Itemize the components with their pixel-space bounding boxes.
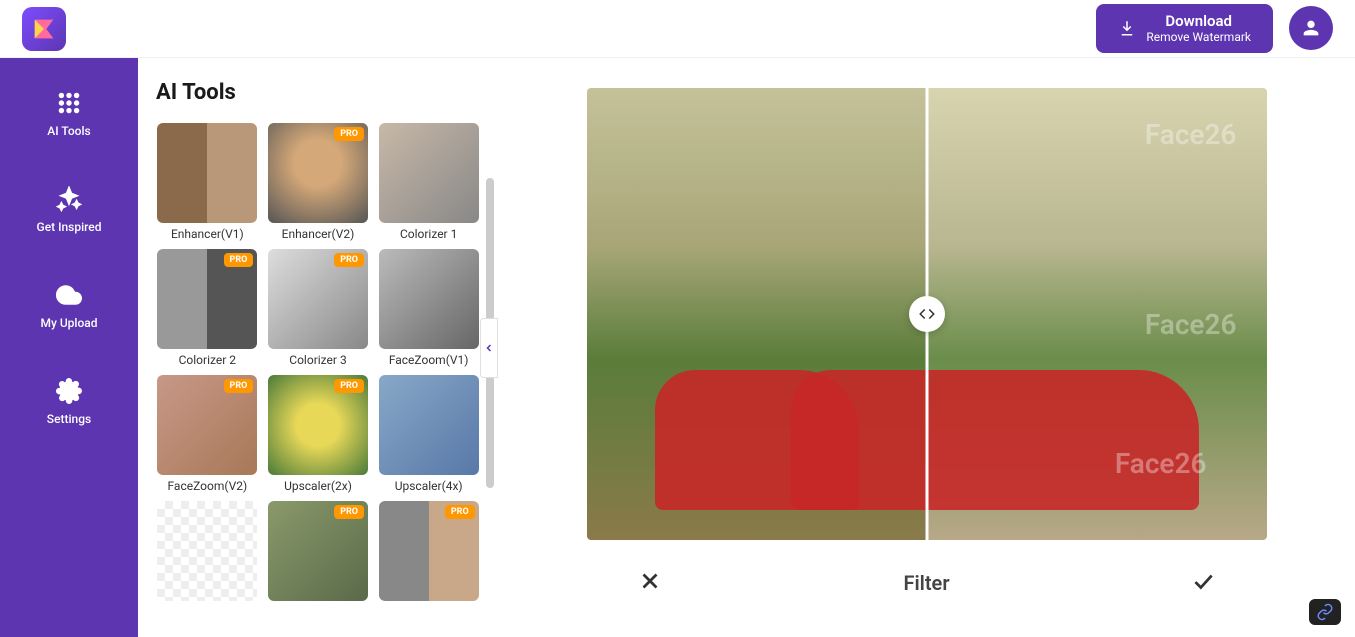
app-logo[interactable]	[22, 7, 66, 51]
tools-panel: AI Tools Enhancer(V1) PRO Enhancer(V2) Colo…	[138, 58, 498, 637]
tools-grid: Enhancer(V1) PRO Enhancer(V2) Colorizer 1 PR…	[156, 123, 480, 605]
tool-thumbnail	[379, 123, 479, 223]
sidebar-item-get-inspired[interactable]: Get Inspired	[37, 186, 102, 234]
sidebar-item-settings[interactable]: Settings	[47, 378, 91, 426]
link-icon	[1316, 603, 1334, 621]
sidebar-item-label: Get Inspired	[37, 220, 102, 234]
tool-thumbnail	[157, 501, 257, 601]
tool-thumbnail	[157, 123, 257, 223]
header: Download Remove Watermark	[0, 0, 1355, 58]
tool-card[interactable]: Upscaler(4x)	[377, 375, 480, 493]
download-button[interactable]: Download Remove Watermark	[1096, 4, 1273, 52]
tool-label: Colorizer 1	[400, 227, 457, 241]
sidebar-item-label: My Upload	[40, 316, 97, 330]
tool-card[interactable]: PRO Enhancer(V2)	[267, 123, 370, 241]
compare-handle[interactable]	[909, 296, 945, 332]
link-float-button[interactable]	[1309, 599, 1341, 625]
pro-badge: PRO	[334, 253, 364, 267]
drag-horizontal-icon	[918, 305, 936, 323]
pro-badge: PRO	[224, 379, 254, 393]
download-sublabel: Remove Watermark	[1146, 30, 1251, 44]
chevron-left-icon	[483, 342, 495, 354]
close-icon	[637, 568, 663, 594]
sidebar-item-label: AI Tools	[47, 124, 90, 138]
grid-icon	[56, 90, 82, 116]
tool-label: Colorizer 2	[179, 353, 236, 367]
sidebar-item-ai-tools[interactable]: AI Tools	[47, 90, 90, 138]
sparkle-icon	[56, 186, 82, 212]
tool-card[interactable]: PRO	[267, 501, 370, 605]
action-bar: Filter	[587, 568, 1267, 598]
gear-icon	[56, 378, 82, 404]
pro-badge: PRO	[445, 505, 475, 519]
tool-label: Colorizer 3	[289, 353, 346, 367]
tool-thumbnail: PRO	[268, 123, 368, 223]
cloud-upload-icon	[56, 282, 82, 308]
tool-thumbnail: PRO	[268, 249, 368, 349]
tool-label: Enhancer(V2)	[282, 227, 355, 241]
tool-card[interactable]: PRO Upscaler(2x)	[267, 375, 370, 493]
sidebar-item-my-upload[interactable]: My Upload	[40, 282, 97, 330]
tool-label: Enhancer(V1)	[171, 227, 244, 241]
tools-title: AI Tools	[156, 80, 480, 105]
preview-after: Face26 Face26 Face26	[927, 88, 1267, 540]
confirm-button[interactable]	[1190, 568, 1216, 598]
tool-card[interactable]: FaceZoom(V1)	[377, 249, 480, 367]
watermark: Face26	[1115, 447, 1207, 480]
download-icon	[1118, 19, 1136, 37]
check-icon	[1190, 568, 1216, 594]
tool-thumbnail	[379, 249, 479, 349]
tool-thumbnail	[379, 375, 479, 475]
pro-badge: PRO	[334, 127, 364, 141]
collapse-panel-button[interactable]	[480, 318, 498, 378]
tool-thumbnail: PRO	[268, 501, 368, 601]
sidebar: AI Tools Get Inspired My Upload Settings	[0, 58, 138, 637]
tool-card[interactable]: PRO	[377, 501, 480, 605]
tool-label: Upscaler(4x)	[395, 479, 463, 493]
filter-label: Filter	[903, 571, 949, 595]
preview-compare: Face26 Face26 Face26	[587, 88, 1267, 540]
tool-card[interactable]	[156, 501, 259, 605]
tool-thumbnail: PRO	[157, 375, 257, 475]
pro-badge: PRO	[334, 379, 364, 393]
image-subject	[791, 370, 1199, 510]
tool-label: Upscaler(2x)	[284, 479, 352, 493]
watermark: Face26	[1145, 118, 1237, 151]
tool-label: FaceZoom(V1)	[389, 353, 469, 367]
download-label: Download	[1165, 12, 1232, 30]
tool-card[interactable]: PRO FaceZoom(V2)	[156, 375, 259, 493]
pro-badge: PRO	[224, 253, 254, 267]
watermark: Face26	[1145, 308, 1237, 341]
tool-card[interactable]: Enhancer(V1)	[156, 123, 259, 241]
sidebar-item-label: Settings	[47, 412, 91, 426]
tool-label: FaceZoom(V2)	[167, 479, 247, 493]
cancel-button[interactable]	[637, 568, 663, 598]
tool-card[interactable]: PRO Colorizer 3	[267, 249, 370, 367]
tool-card[interactable]: Colorizer 1	[377, 123, 480, 241]
tool-thumbnail: PRO	[268, 375, 368, 475]
tool-thumbnail: PRO	[379, 501, 479, 601]
tool-card[interactable]: PRO Colorizer 2	[156, 249, 259, 367]
pro-badge: PRO	[334, 505, 364, 519]
person-icon	[1300, 17, 1322, 39]
tool-thumbnail: PRO	[157, 249, 257, 349]
canvas-area: Face26 Face26 Face26 Filter	[498, 58, 1355, 637]
user-avatar[interactable]	[1289, 6, 1333, 50]
